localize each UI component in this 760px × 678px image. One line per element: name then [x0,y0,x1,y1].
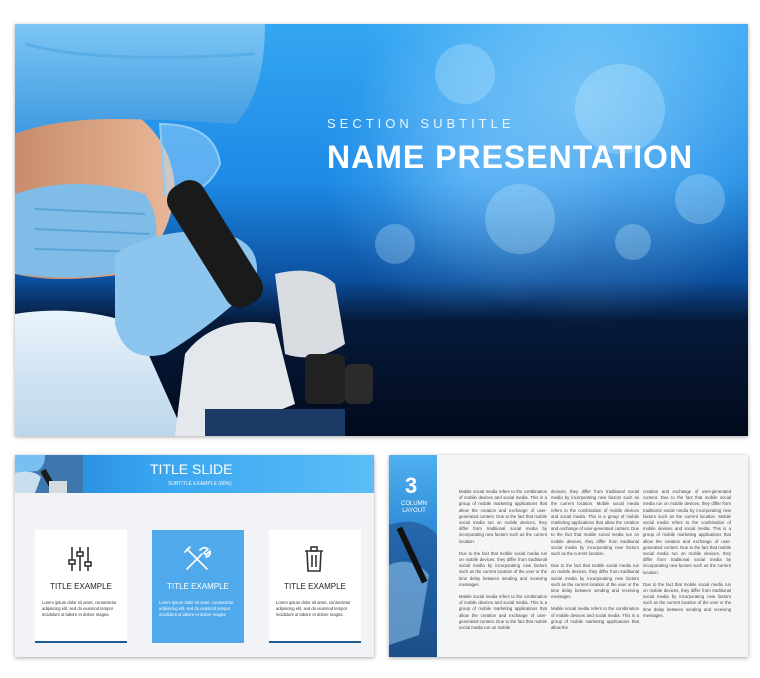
card-title: TITLE EXAMPLE [167,582,229,591]
card-underline [35,641,127,643]
hero-text-block: SECTION SUBTITLE NAME PRESENTATION [327,116,693,176]
tools-icon [184,546,211,570]
card-text: Lorem ipsum dolor sit amet, consectetur … [159,600,234,617]
scientist-microscope-image [15,24,373,436]
column-paragraph: Mobile social media refers to the combin… [459,594,547,631]
text-column: Mobile social media refers to the combin… [459,489,547,637]
column-paragraph: Due to the fact that mobile social media… [459,550,547,587]
feature-card-highlighted: TITLE EXAMPLE Lorem ipsum dolor sit amet… [152,530,244,643]
column-paragraph: creation and exchange of user-generated … [643,489,731,575]
column-paragraph: Due to the fact that mobile social media… [551,563,639,600]
column-paragraph: Mobile social media refers to the combin… [551,606,639,631]
card-text: Lorem ipsum dolor sit amet, consectetur … [276,600,351,617]
header-photo [15,455,83,493]
title-slide-title: TITLE SLIDE [150,461,233,477]
section-subtitle: SECTION SUBTITLE [327,116,515,131]
text-column: creation and exchange of user-generated … [643,489,731,625]
trash-icon [305,546,323,572]
bokeh-decoration [375,224,415,264]
title-slide-preview[interactable]: TITLE SLIDE SUBTITLE EXAMPLE (80%) TITLE… [15,455,374,657]
column-paragraph: Mobile social media refers to the combin… [459,489,547,544]
column-slide-sidebar: 3 COLUMN LAYOUT [389,455,437,657]
column-paragraph: Due to the fact that mobile social media… [643,581,731,618]
title-slide-header: TITLE SLIDE SUBTITLE EXAMPLE (80%) [15,455,374,493]
card-underline [269,641,361,643]
card-title: TITLE EXAMPLE [284,582,346,591]
text-column: devices, they differ from traditional so… [551,489,639,637]
card-text: Lorem ipsum dolor sit amet, consectetur … [42,600,117,617]
feature-card: TITLE EXAMPLE Lorem ipsum dolor sit amet… [269,530,361,643]
card-title: TITLE EXAMPLE [50,582,112,591]
hero-slide-preview[interactable]: SECTION SUBTITLE NAME PRESENTATION [15,24,748,436]
bokeh-decoration [615,224,651,260]
bokeh-decoration [675,174,725,224]
feature-card: TITLE EXAMPLE Lorem ipsum dolor sit amet… [35,530,127,643]
column-paragraph: devices, they differ from traditional so… [551,489,639,557]
scientist-thumbnail-image [15,455,83,493]
bokeh-decoration [435,44,495,104]
section-number: 3 [405,473,418,498]
bokeh-decoration [485,184,555,254]
sliders-icon [68,547,92,571]
section-label: COLUMN LAYOUT [400,501,427,514]
column-layout-slide-preview[interactable]: 3 COLUMN LAYOUT Mobile social media refe… [389,455,748,657]
presentation-title: NAME PRESENTATION [327,139,694,175]
title-slide-subtitle: SUBTITLE EXAMPLE (80%) [168,481,232,487]
